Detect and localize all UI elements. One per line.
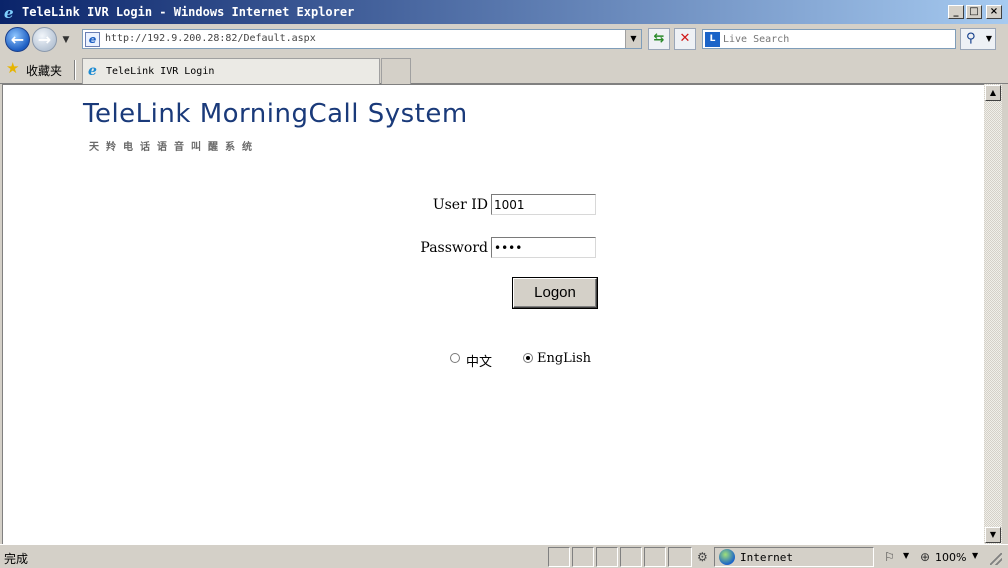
title-bar: e TeleLink IVR Login - Windows Internet …	[0, 0, 1008, 24]
scroll-down-arrow-icon[interactable]: ▼	[985, 527, 1001, 543]
live-search-icon: L	[705, 32, 720, 47]
status-pane	[572, 547, 594, 567]
recent-pages-dropdown[interactable]: ▼	[60, 34, 72, 46]
zoom-level[interactable]: 100%	[935, 551, 966, 564]
tab-label: TeleLink IVR Login	[106, 66, 215, 77]
forward-arrow-icon: →	[37, 30, 52, 49]
address-dropdown[interactable]: ▼	[625, 30, 641, 48]
toolbar-separator	[74, 60, 76, 80]
search-button[interactable]: ⚲ ▼	[960, 28, 996, 50]
window-title: TeleLink IVR Login - Windows Internet Ex…	[22, 5, 355, 19]
password-field[interactable]	[491, 237, 596, 258]
search-options-dropdown[interactable]: ▼	[986, 34, 992, 43]
refresh-button[interactable]: ⇆	[648, 28, 670, 50]
status-bar: 完成 ⚙ Internet ⚐ ▼ ⊕ 100% ▼	[0, 544, 1008, 568]
back-arrow-icon: ←	[10, 30, 25, 49]
favorites-star-icon[interactable]: ★	[6, 61, 19, 76]
address-bar[interactable]: e http://192.9.200.28:82/Default.aspx ▼	[82, 29, 642, 49]
protected-mode-icon[interactable]: ⚙	[697, 550, 711, 564]
zoom-dropdown[interactable]: ▼	[972, 551, 978, 560]
logo-subtitle: 天羚电话语音叫醒系统	[89, 142, 259, 153]
language-radio-chinese[interactable]	[450, 353, 460, 363]
new-tab-button[interactable]	[381, 58, 411, 84]
language-label-english[interactable]: EngLish	[537, 351, 591, 366]
minimize-icon[interactable]: _	[948, 5, 964, 19]
language-label-chinese[interactable]: 中文	[466, 351, 492, 370]
vertical-scrollbar[interactable]: ▲ ▼	[984, 84, 1002, 544]
forward-button[interactable]: →	[32, 27, 57, 52]
status-pane	[668, 547, 692, 567]
popup-blocker-dropdown[interactable]: ▼	[903, 551, 909, 560]
maximize-icon[interactable]: □	[966, 5, 982, 19]
stop-button[interactable]: ✕	[674, 28, 696, 50]
search-input[interactable]	[723, 32, 951, 46]
ie-page-icon: e	[88, 63, 97, 79]
resize-grip-icon[interactable]	[990, 553, 1002, 565]
status-pane	[596, 547, 618, 567]
scroll-up-arrow-icon[interactable]: ▲	[985, 85, 1001, 101]
close-icon[interactable]: ×	[986, 5, 1002, 19]
tab-telelink-login[interactable]: e TeleLink IVR Login	[82, 58, 380, 84]
navigation-bar: ← → ▼ e http://192.9.200.28:82/Default.a…	[0, 24, 1008, 56]
status-pane	[548, 547, 570, 567]
ie-logo-icon: e	[4, 4, 14, 22]
popup-blocker-icon[interactable]: ⚐	[884, 550, 895, 564]
userid-field[interactable]	[491, 194, 596, 215]
back-button[interactable]: ←	[5, 27, 30, 52]
status-text: 完成	[4, 552, 29, 566]
favorites-bar: ★ 收藏夹 e TeleLink IVR Login	[0, 56, 1008, 84]
logo-title: TeleLink MorningCall System	[83, 99, 468, 129]
status-pane	[644, 547, 666, 567]
magnifier-icon: ⚲	[966, 31, 976, 46]
window-controls: _ □ ×	[948, 5, 1002, 19]
favorites-button[interactable]: 收藏夹	[26, 62, 62, 79]
userid-label: User ID	[432, 197, 488, 213]
search-box[interactable]: L	[702, 29, 956, 49]
logon-button[interactable]: Logon	[513, 278, 597, 308]
page-icon: e	[85, 32, 100, 47]
password-label: Password	[420, 240, 488, 256]
zone-pane	[714, 547, 874, 567]
language-radio-english[interactable]	[523, 353, 533, 363]
zoom-icon[interactable]: ⊕	[920, 550, 930, 564]
page-content: TeleLink MorningCall System 天羚电话语音叫醒系统 U…	[2, 84, 986, 544]
status-pane	[620, 547, 642, 567]
address-url[interactable]: http://192.9.200.28:82/Default.aspx	[105, 33, 316, 44]
